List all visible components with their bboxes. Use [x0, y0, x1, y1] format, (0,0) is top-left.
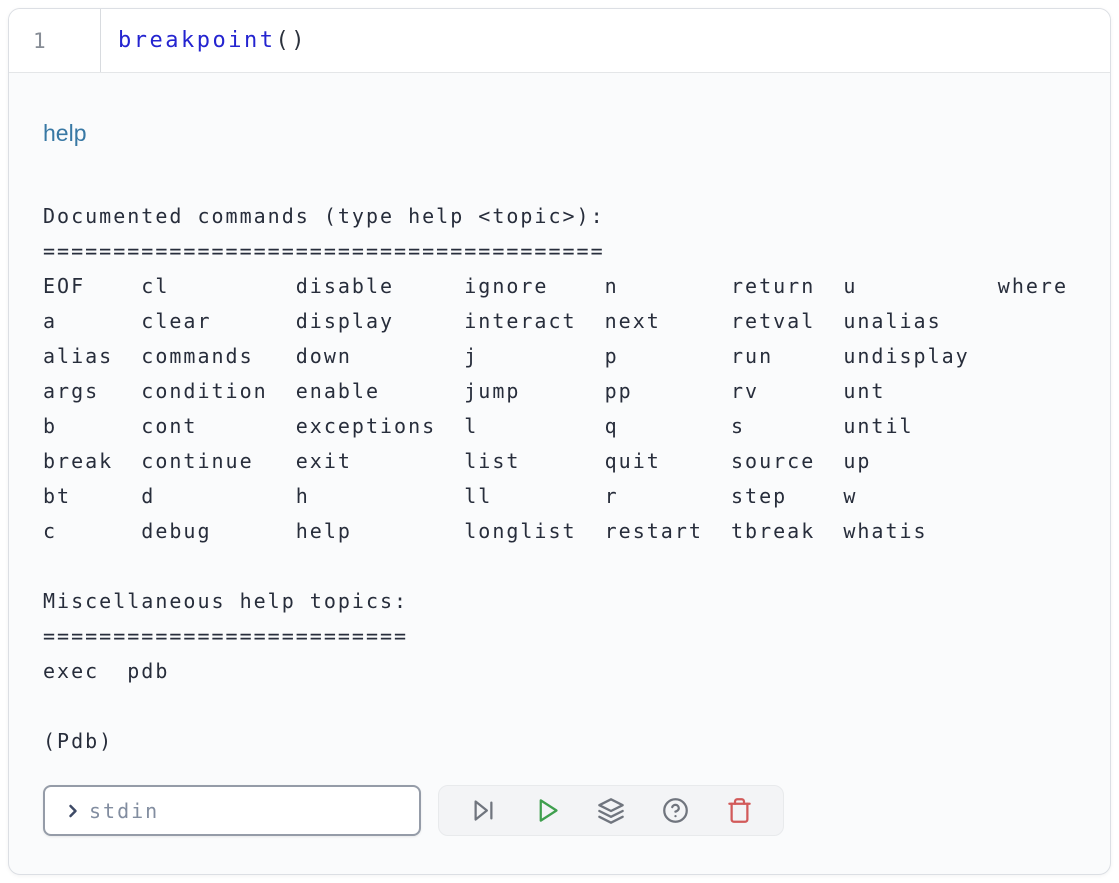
code-line[interactable]: breakpoint()	[101, 9, 1110, 72]
chevron-right-icon	[63, 801, 83, 821]
line-number-gutter: 1	[9, 9, 101, 72]
echoed-command: help	[43, 119, 1076, 147]
pdb-help-output: Documented commands (type help <topic>):…	[43, 199, 1076, 759]
code-token-function: breakpoint	[118, 28, 275, 53]
layers-icon	[597, 797, 625, 825]
step-button[interactable]	[457, 791, 509, 831]
line-number: 1	[9, 29, 48, 53]
run-button[interactable]	[521, 791, 573, 831]
delete-button[interactable]	[713, 791, 765, 831]
controls-row	[43, 785, 1076, 836]
code-editor-header: 1 breakpoint()	[9, 9, 1110, 73]
code-token-parens: ()	[275, 28, 307, 53]
play-icon	[534, 797, 561, 824]
console-output-area: help Documented commands (type help <top…	[9, 119, 1110, 836]
trash-icon	[726, 797, 753, 824]
stdin-input[interactable]	[89, 799, 407, 823]
python-runner-widget: 1 breakpoint() help Documented commands …	[8, 8, 1111, 875]
toolbar	[438, 785, 784, 836]
stdin-input-box[interactable]	[43, 785, 421, 836]
help-circle-icon	[662, 797, 689, 824]
skip-forward-icon	[470, 797, 497, 824]
stack-button[interactable]	[585, 791, 637, 831]
help-button[interactable]	[649, 791, 701, 831]
